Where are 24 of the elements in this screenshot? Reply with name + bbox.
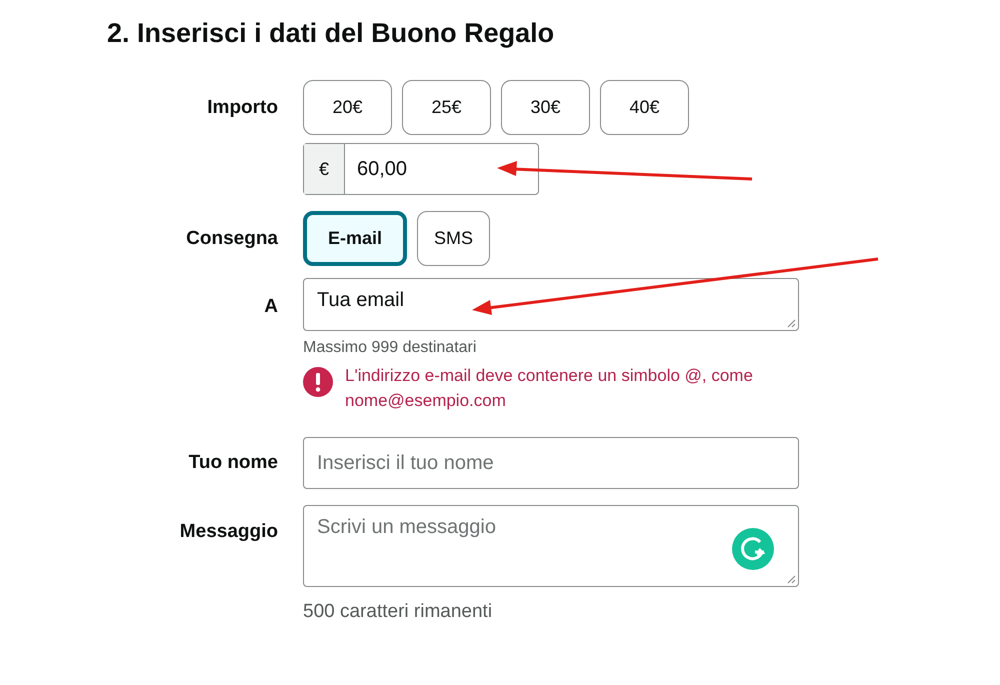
field-label: Messaggio xyxy=(180,521,278,543)
grammar-assistant-icon[interactable] xyxy=(732,528,774,570)
amount-button[interactable]: 40€ xyxy=(600,80,689,135)
amount-field[interactable]: € 60,00 xyxy=(303,143,539,195)
character-counter: 500 caratteri rimanenti xyxy=(303,601,492,623)
resize-handle-icon xyxy=(787,319,796,328)
name-field[interactable]: Inserisci il tuo nome xyxy=(303,437,799,489)
resize-handle-icon xyxy=(787,575,796,584)
error-message: L'indirizzo e-mail deve contenere un simbolo @, come nome@esempio.com xyxy=(345,365,754,412)
field-label: Importo xyxy=(207,97,278,119)
field-label: Tuo nome xyxy=(188,452,278,474)
error-icon xyxy=(303,367,333,397)
amount-button[interactable]: 25€ xyxy=(402,80,491,135)
amount-button[interactable]: 20€ xyxy=(303,80,392,135)
delivery-option[interactable]: E-mail xyxy=(303,211,407,266)
delivery-option[interactable]: SMS xyxy=(417,211,490,266)
amount-button[interactable]: 30€ xyxy=(501,80,590,135)
section-heading: 2. Inserisci i dati del Buono Regalo xyxy=(107,18,554,49)
currency-prefix: € xyxy=(304,144,345,194)
field-label: A xyxy=(264,296,278,318)
field-label: Consegna xyxy=(186,228,278,250)
hint-text: Massimo 999 destinatari xyxy=(303,339,476,357)
recipient-field[interactable]: Tua email xyxy=(303,278,799,331)
message-field[interactable]: Scrivi un messaggio xyxy=(303,505,799,587)
